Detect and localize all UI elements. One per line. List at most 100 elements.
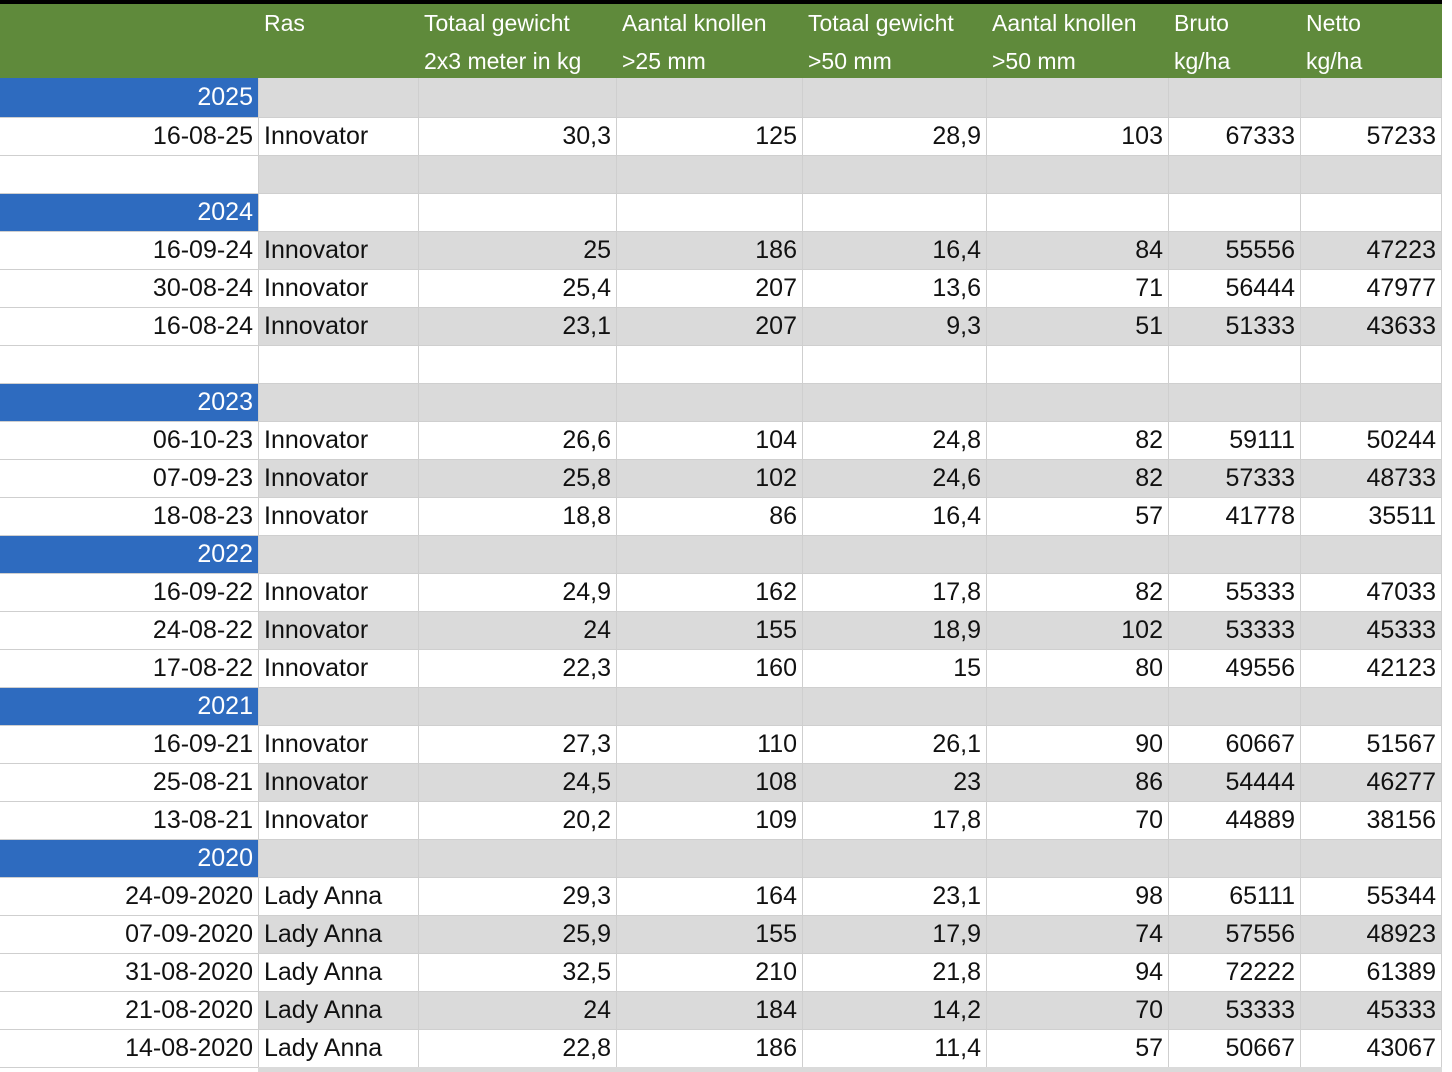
cell-totaal-gewicht[interactable]: 26,6 — [419, 422, 617, 459]
cell-netto[interactable]: 48923 — [1301, 916, 1442, 953]
cell-aantal-knollen-25[interactable]: 155 — [617, 612, 803, 649]
empty-cell[interactable] — [1301, 536, 1442, 573]
cell-date[interactable]: 16-09-21 — [0, 726, 259, 763]
cell-totaal-gewicht-50[interactable]: 15 — [803, 650, 987, 687]
empty-cell[interactable] — [803, 156, 987, 193]
cell-ras[interactable]: Innovator — [259, 460, 419, 497]
empty-cell[interactable] — [1301, 78, 1442, 117]
year-label-cell[interactable]: 2024 — [0, 194, 259, 231]
cell-netto[interactable]: 51567 — [1301, 726, 1442, 763]
cell-aantal-knollen-50[interactable]: 84 — [987, 232, 1169, 269]
cell-ras[interactable]: Innovator — [259, 726, 419, 763]
empty-cell[interactable] — [617, 536, 803, 573]
cell-totaal-gewicht[interactable]: 24,9 — [419, 574, 617, 611]
cell-aantal-knollen-25[interactable]: 186 — [617, 232, 803, 269]
cell-date[interactable]: 21-08-2020 — [0, 992, 259, 1029]
empty-cell[interactable] — [803, 78, 987, 117]
cell-ras[interactable]: Innovator — [259, 802, 419, 839]
empty-cell[interactable] — [1301, 194, 1442, 231]
cell-ras[interactable]: Innovator — [259, 422, 419, 459]
empty-cell[interactable] — [803, 688, 987, 725]
empty-cell[interactable] — [987, 840, 1169, 877]
empty-cell[interactable] — [259, 384, 419, 421]
cell-bruto[interactable]: 57556 — [1169, 916, 1301, 953]
cell-date[interactable]: 16-08-24 — [0, 308, 259, 345]
cell-date[interactable]: 13-08-21 — [0, 802, 259, 839]
cell-aantal-knollen-25[interactable]: 207 — [617, 308, 803, 345]
cell-totaal-gewicht-50[interactable]: 23 — [803, 764, 987, 801]
empty-cell[interactable] — [987, 78, 1169, 117]
cell-aantal-knollen-25[interactable]: 184 — [617, 992, 803, 1029]
cell-aantal-knollen-50[interactable]: 51 — [987, 308, 1169, 345]
cell-netto[interactable]: 45333 — [1301, 992, 1442, 1029]
cell-totaal-gewicht-50[interactable]: 17,8 — [803, 574, 987, 611]
cell-aantal-knollen-25[interactable]: 155 — [617, 916, 803, 953]
cell-bruto[interactable]: 67333 — [1169, 118, 1301, 155]
cell-netto[interactable]: 48733 — [1301, 460, 1442, 497]
cell-totaal-gewicht-50[interactable]: 13,6 — [803, 270, 987, 307]
cell-aantal-knollen-50[interactable]: 103 — [987, 118, 1169, 155]
empty-cell[interactable] — [803, 194, 987, 231]
cell-aantal-knollen-50[interactable]: 57 — [987, 498, 1169, 535]
empty-cell[interactable] — [617, 346, 803, 383]
cell-bruto[interactable]: 51333 — [1169, 308, 1301, 345]
cell-aantal-knollen-25[interactable]: 109 — [617, 802, 803, 839]
cell-ras[interactable]: Innovator — [259, 764, 419, 801]
cell-totaal-gewicht[interactable]: 32,5 — [419, 954, 617, 991]
cell-aantal-knollen-50[interactable]: 74 — [987, 916, 1169, 953]
cell-date[interactable]: 18-08-23 — [0, 498, 259, 535]
empty-cell[interactable] — [419, 156, 617, 193]
cell-totaal-gewicht-50[interactable]: 24,6 — [803, 460, 987, 497]
empty-cell[interactable] — [1169, 840, 1301, 877]
cell-aantal-knollen-50[interactable]: 90 — [987, 726, 1169, 763]
cell-aantal-knollen-25[interactable]: 186 — [617, 1030, 803, 1067]
cell-date[interactable]: 07-09-2020 — [0, 916, 259, 953]
empty-cell[interactable] — [259, 194, 419, 231]
cell-aantal-knollen-25[interactable]: 125 — [617, 118, 803, 155]
empty-cell[interactable] — [1301, 156, 1442, 193]
cell-totaal-gewicht-50[interactable]: 28,9 — [803, 118, 987, 155]
cell-bruto[interactable]: 65111 — [1169, 878, 1301, 915]
cell-aantal-knollen-50[interactable]: 82 — [987, 422, 1169, 459]
empty-cell[interactable] — [617, 384, 803, 421]
empty-cell[interactable] — [1301, 688, 1442, 725]
empty-cell[interactable] — [419, 840, 617, 877]
year-label-cell[interactable]: 2025 — [0, 78, 259, 117]
empty-cell[interactable] — [617, 688, 803, 725]
cell-date[interactable]: 16-08-25 — [0, 118, 259, 155]
empty-cell[interactable] — [419, 194, 617, 231]
empty-cell[interactable] — [803, 346, 987, 383]
cell-aantal-knollen-25[interactable]: 110 — [617, 726, 803, 763]
empty-cell[interactable] — [803, 536, 987, 573]
cell-bruto[interactable]: 57333 — [1169, 460, 1301, 497]
empty-cell[interactable] — [0, 156, 259, 193]
cell-totaal-gewicht[interactable]: 25,9 — [419, 916, 617, 953]
cell-ras[interactable]: Innovator — [259, 270, 419, 307]
cell-ras[interactable]: Lady Anna — [259, 954, 419, 991]
cell-date[interactable]: 16-09-22 — [0, 574, 259, 611]
year-label-cell[interactable]: 2021 — [0, 688, 259, 725]
empty-cell[interactable] — [1169, 194, 1301, 231]
cell-bruto[interactable]: 49556 — [1169, 650, 1301, 687]
cell-totaal-gewicht[interactable]: 25 — [419, 232, 617, 269]
cell-date[interactable]: 16-09-24 — [0, 232, 259, 269]
empty-cell[interactable] — [987, 688, 1169, 725]
cell-totaal-gewicht-50[interactable]: 23,1 — [803, 878, 987, 915]
cell-bruto[interactable]: 59111 — [1169, 422, 1301, 459]
cell-netto[interactable]: 43633 — [1301, 308, 1442, 345]
empty-cell[interactable] — [617, 156, 803, 193]
cell-netto[interactable]: 35511 — [1301, 498, 1442, 535]
cell-ras[interactable]: Innovator — [259, 308, 419, 345]
cell-date[interactable]: 24-09-2020 — [0, 878, 259, 915]
empty-cell[interactable] — [987, 346, 1169, 383]
cell-totaal-gewicht[interactable]: 24 — [419, 992, 617, 1029]
cell-date[interactable]: 30-08-24 — [0, 270, 259, 307]
header-cell-aantal-knollen-50[interactable]: Aantal knollen >50 mm — [987, 4, 1169, 78]
cell-aantal-knollen-25[interactable]: 102 — [617, 460, 803, 497]
empty-cell[interactable] — [987, 194, 1169, 231]
cell-ras[interactable]: Innovator — [259, 650, 419, 687]
header-cell-ras[interactable]: Ras — [259, 4, 419, 78]
cell-netto[interactable]: 45333 — [1301, 612, 1442, 649]
cell-date[interactable]: 24-08-22 — [0, 612, 259, 649]
cell-aantal-knollen-50[interactable]: 80 — [987, 650, 1169, 687]
